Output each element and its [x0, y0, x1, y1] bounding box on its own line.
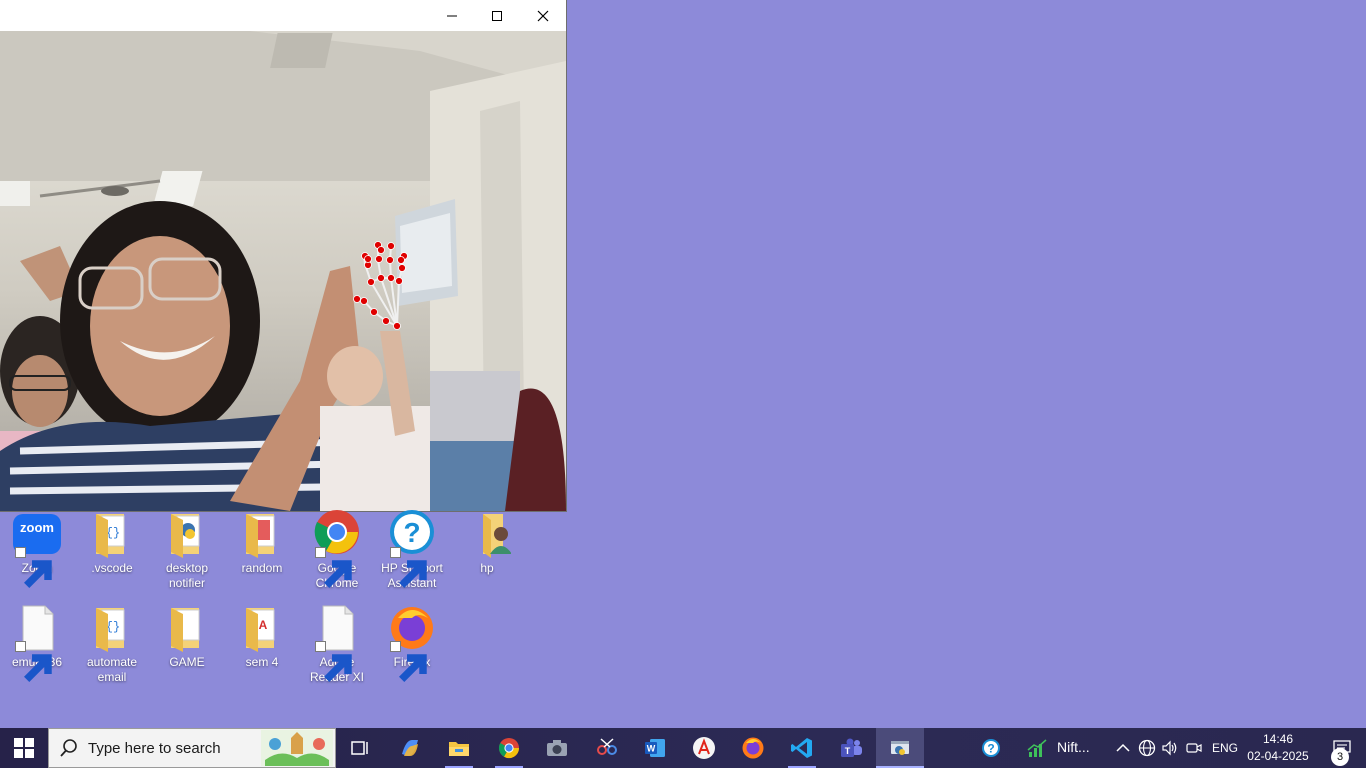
folder-pdf-icon: A — [246, 608, 275, 652]
close-icon — [537, 10, 549, 21]
copilot-icon — [402, 740, 418, 756]
python-icon — [891, 741, 909, 755]
search-input[interactable]: Type here to search — [48, 728, 336, 768]
desktop-icon-google-chrome[interactable]: Google Chrome — [300, 506, 374, 598]
search-placeholder: Type here to search — [88, 739, 221, 757]
desktop-icon-label: GAME — [169, 655, 205, 669]
desktop-icon-label: automate email — [86, 655, 138, 684]
desktop-icon-emu8086[interactable]: emu8086 — [0, 600, 74, 692]
taskbar: Type here to search W T ? Nift... ENG 14… — [0, 728, 1366, 768]
stock-widget-icon[interactable] — [1027, 738, 1047, 758]
folder-python-icon — [171, 514, 200, 558]
taskbar-chrome[interactable] — [485, 728, 533, 768]
firefox-icon — [742, 737, 764, 759]
stock-widget-label[interactable]: Nift... — [1057, 739, 1090, 755]
close-button[interactable] — [520, 0, 566, 31]
maximize-icon — [492, 10, 502, 21]
svg-text:W: W — [647, 744, 656, 754]
desktop-icon-label: desktop notifier — [165, 561, 209, 590]
clock[interactable]: 14:46 02-04-2025 — [1244, 731, 1312, 765]
camera-in-use-icon[interactable] — [1184, 738, 1204, 758]
language-indicator[interactable]: ENG — [1212, 741, 1238, 755]
task-view-icon — [351, 741, 368, 755]
acrobat-icon — [693, 737, 715, 759]
webcam-window[interactable] — [0, 0, 567, 512]
chrome-icon — [498, 738, 520, 759]
snipping-tool-icon — [597, 738, 617, 755]
taskbar-snipping-tool[interactable] — [583, 728, 631, 768]
notification-count-badge: 3 — [1331, 748, 1349, 766]
svg-text:zoom: zoom — [20, 520, 54, 535]
desktop-icon-label: hp — [480, 561, 494, 575]
minimize-button[interactable] — [429, 0, 475, 31]
taskbar-python[interactable] — [876, 728, 924, 768]
svg-text:A: A — [259, 618, 268, 632]
desktop-icon-firefox[interactable]: Firefox — [375, 600, 449, 692]
maximize-button[interactable] — [474, 0, 520, 31]
vscode-icon — [791, 738, 812, 758]
window-titlebar[interactable] — [0, 0, 566, 31]
file-explorer-icon — [449, 742, 469, 756]
minimize-icon — [447, 15, 457, 16]
shortcut-arrow-icon — [390, 547, 427, 588]
desktop-icon-hp[interactable]: hp — [450, 506, 524, 598]
desktop-icon-vscode-folder[interactable]: {} .vscode — [75, 506, 149, 598]
start-button[interactable] — [0, 728, 48, 768]
hp-support-tray-icon[interactable]: ? — [981, 738, 1001, 758]
shortcut-arrow-icon — [390, 641, 427, 682]
desktop-icon-hp-support-assistant[interactable]: ? HP Support Assistant — [375, 506, 449, 598]
folder-icon — [246, 514, 275, 558]
shortcut-arrow-icon — [15, 547, 52, 588]
desktop-icon-automate-email[interactable]: {} automate email — [75, 600, 149, 692]
teams-icon: T — [841, 738, 862, 757]
user-folder-icon — [483, 514, 511, 558]
desktop-icon-sem-4[interactable]: A sem 4 — [225, 600, 299, 692]
camera-frame-image — [0, 31, 566, 511]
chevron-up-icon — [1116, 743, 1130, 752]
task-view-button[interactable] — [336, 728, 384, 768]
desktop-icon-game[interactable]: GAME — [150, 600, 224, 692]
clock-date: 02-04-2025 — [1247, 749, 1309, 763]
word-icon: W — [645, 739, 665, 757]
taskbar-word[interactable]: W — [631, 728, 679, 768]
search-icon — [60, 739, 77, 757]
svg-text:T: T — [845, 746, 851, 756]
desktop-icon-label: .vscode — [91, 561, 133, 575]
desktop-icon-desktop-notifier[interactable]: desktop notifier — [150, 506, 224, 598]
volume-icon[interactable] — [1160, 738, 1180, 758]
svg-text:?: ? — [987, 742, 994, 756]
camera-icon — [547, 740, 567, 756]
desktop-icon-zoom[interactable]: zoom Zoom — [0, 506, 74, 598]
desktop-icon-label: random — [241, 561, 283, 575]
taskbar-acrobat[interactable] — [680, 728, 728, 768]
show-hidden-icons-button[interactable] — [1113, 738, 1133, 758]
camera-feed — [0, 31, 566, 511]
taskbar-copilot[interactable] — [386, 728, 434, 768]
search-highlight-illustration — [261, 730, 333, 766]
folder-code-icon: {} — [96, 608, 125, 652]
shortcut-arrow-icon — [315, 641, 352, 682]
desktop-icon-label: sem 4 — [245, 655, 279, 669]
network-icon[interactable] — [1137, 738, 1157, 758]
desktop-icon-random[interactable]: random — [225, 506, 299, 598]
windows-logo-icon — [14, 738, 34, 758]
taskbar-vscode[interactable] — [778, 728, 826, 768]
folder-icon — [171, 608, 200, 652]
desktop-icon-adobe-reader[interactable]: Adobe Reader XI — [300, 600, 374, 692]
taskbar-firefox[interactable] — [729, 728, 777, 768]
taskbar-file-explorer[interactable] — [435, 728, 483, 768]
taskbar-camera[interactable] — [533, 728, 581, 768]
shortcut-arrow-icon — [15, 641, 52, 682]
clock-time: 14:46 — [1262, 732, 1294, 746]
svg-text:?: ? — [403, 517, 420, 548]
shortcut-arrow-icon — [315, 547, 352, 588]
taskbar-teams[interactable]: T — [827, 728, 875, 768]
folder-code-icon: {} — [96, 514, 125, 558]
